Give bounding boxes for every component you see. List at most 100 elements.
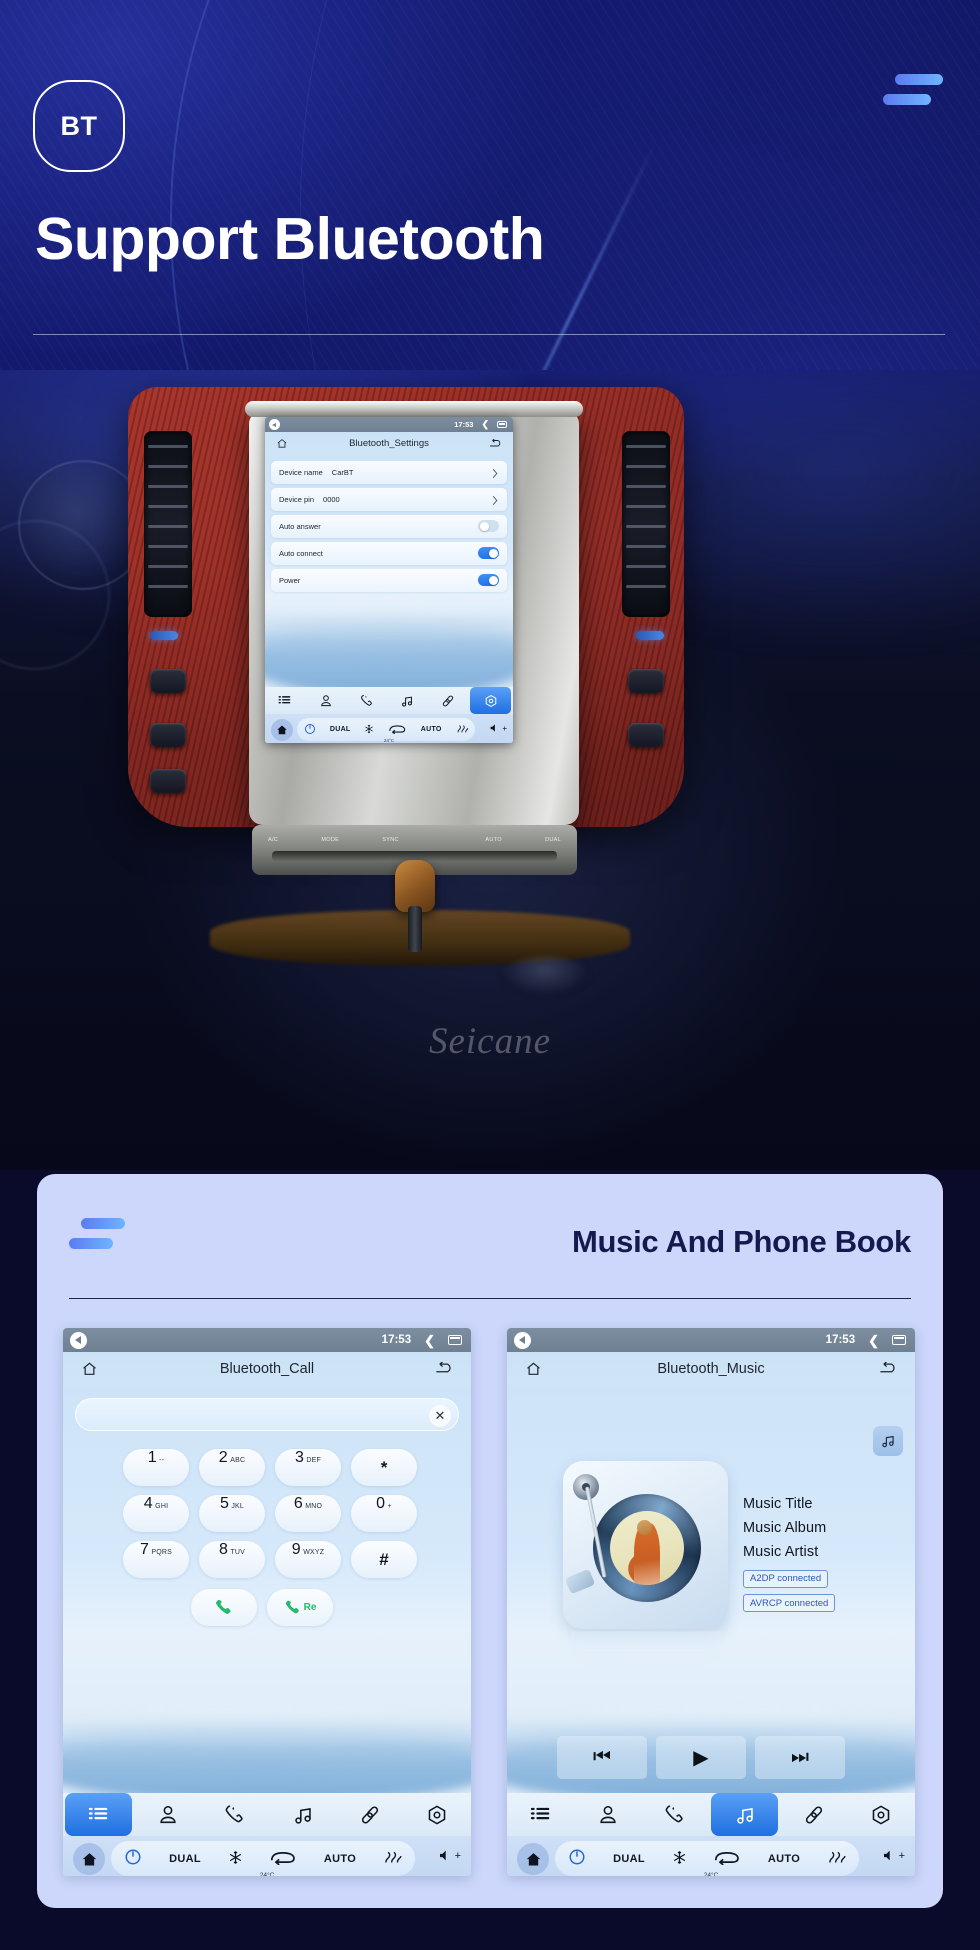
dock-item-settings-hex[interactable] bbox=[404, 1793, 471, 1836]
climate-power-button[interactable] bbox=[124, 1848, 142, 1869]
climate-bottom-row[interactable]: ⬅ 0 ✺ 0 bbox=[271, 742, 475, 743]
keypad-key-3[interactable]: 3 DEF bbox=[275, 1449, 341, 1486]
dock-item-contact-person[interactable] bbox=[574, 1793, 641, 1836]
home-icon[interactable] bbox=[525, 1361, 542, 1377]
keypad-key-6[interactable]: 6 MNO bbox=[275, 1495, 341, 1532]
climate-snowflake-button[interactable] bbox=[364, 724, 374, 736]
back-circle-icon[interactable] bbox=[269, 419, 280, 430]
dock-item-phone-handset[interactable] bbox=[202, 1793, 269, 1836]
chevron-up-icon[interactable]: ❮ bbox=[424, 1334, 435, 1347]
settings-row-power[interactable]: Power bbox=[271, 569, 507, 592]
dock-item-apps-grid[interactable] bbox=[65, 1793, 133, 1836]
climate-recirculate-button[interactable] bbox=[713, 1850, 741, 1868]
chevron-right-icon[interactable] bbox=[492, 493, 498, 506]
recents-icon[interactable] bbox=[892, 1335, 906, 1345]
climate-snowflake-button[interactable] bbox=[672, 1850, 687, 1868]
volume-up-icon[interactable]: + bbox=[490, 723, 507, 733]
climate-capsule[interactable]: DUAL AUTO bbox=[111, 1841, 415, 1876]
return-arrow-icon[interactable] bbox=[879, 1361, 897, 1376]
dash-button-5[interactable] bbox=[628, 723, 664, 747]
climate-defrost-button[interactable] bbox=[827, 1850, 846, 1868]
climate-power-button[interactable] bbox=[568, 1848, 586, 1869]
next-track-icon[interactable]: ⏭ bbox=[755, 1736, 845, 1779]
app-dock[interactable] bbox=[265, 687, 513, 714]
settings-row-auto-answer[interactable]: Auto answer bbox=[271, 515, 507, 538]
climate-snowflake-button[interactable] bbox=[228, 1850, 243, 1868]
keypad-key-9[interactable]: 9 WXYZ bbox=[275, 1541, 341, 1578]
app-dock[interactable] bbox=[63, 1793, 471, 1836]
dial-input-field[interactable] bbox=[76, 1399, 471, 1430]
dock-item-contact-person[interactable] bbox=[306, 687, 347, 714]
volume-up-icon[interactable]: + bbox=[883, 1849, 905, 1862]
climate-defrost-button[interactable] bbox=[383, 1850, 402, 1868]
toggle-switch[interactable] bbox=[478, 574, 499, 586]
recents-icon[interactable] bbox=[497, 421, 507, 428]
dock-item-phone-handset[interactable] bbox=[346, 687, 387, 714]
climate-power-button[interactable] bbox=[304, 723, 316, 737]
settings-row-device-pin[interactable]: Device pin 0000 bbox=[271, 488, 507, 511]
dock-item-apps-grid[interactable] bbox=[507, 1793, 574, 1836]
keypad-key-5[interactable]: 5 JKL bbox=[199, 1495, 265, 1532]
dock-item-phone-handset[interactable] bbox=[642, 1793, 709, 1836]
keypad-key-1[interactable]: 1 -- bbox=[123, 1449, 189, 1486]
dash-button-1[interactable] bbox=[150, 669, 186, 693]
recents-icon[interactable] bbox=[448, 1335, 462, 1345]
prev-track-icon[interactable]: ⏮ bbox=[557, 1736, 647, 1779]
dock-item-contact-person[interactable] bbox=[134, 1793, 201, 1836]
keypad-key-star[interactable]: * bbox=[351, 1449, 417, 1486]
return-arrow-icon[interactable] bbox=[489, 438, 502, 449]
back-circle-icon[interactable] bbox=[70, 1331, 87, 1349]
dock-item-link-chain[interactable] bbox=[780, 1793, 847, 1836]
climate-dual-button[interactable]: DUAL bbox=[169, 1853, 201, 1865]
climate-dual-button[interactable]: DUAL bbox=[330, 726, 351, 733]
home-icon[interactable] bbox=[81, 1361, 98, 1377]
climate-auto-button[interactable]: AUTO bbox=[324, 1853, 356, 1865]
toggle-switch[interactable] bbox=[478, 520, 499, 532]
toggle-switch[interactable] bbox=[478, 547, 499, 559]
dash-button-2[interactable] bbox=[150, 723, 186, 747]
climate-dual-button[interactable]: DUAL bbox=[613, 1853, 645, 1865]
keypad-key-hash[interactable]: # bbox=[351, 1541, 417, 1578]
chevron-up-icon[interactable]: ❮ bbox=[481, 420, 489, 429]
climate-recirculate-button[interactable] bbox=[388, 724, 407, 736]
bluetooth-call-screen[interactable]: 17:53 ❮ Bluetooth_Call ✕ 1 -- 2 ABC 3 DE… bbox=[63, 1328, 471, 1876]
keypad-key-8[interactable]: 8 TUV bbox=[199, 1541, 265, 1578]
dash-button-3[interactable] bbox=[150, 769, 186, 793]
climate-auto-button[interactable]: AUTO bbox=[768, 1853, 800, 1865]
bluetooth-music-screen[interactable]: 17:53 ❮ Bluetooth_Music Music Title Musi… bbox=[507, 1328, 915, 1876]
play-icon[interactable]: ▶ bbox=[656, 1736, 746, 1779]
chevron-up-icon[interactable]: ❮ bbox=[868, 1334, 879, 1347]
seat-heat-icon[interactable] bbox=[429, 742, 451, 743]
dock-item-apps-grid[interactable] bbox=[265, 687, 306, 714]
climate-home-button[interactable] bbox=[73, 1843, 105, 1875]
dock-item-link-chain[interactable] bbox=[428, 687, 469, 714]
redial-button[interactable]: Re bbox=[267, 1589, 333, 1626]
keypad-key-2[interactable]: 2 ABC bbox=[199, 1449, 265, 1486]
climate-control-bar[interactable]: DUAL AUTO 24°C + − ⬅ 0 ✺ bbox=[265, 714, 513, 743]
settings-row-device-name[interactable]: Device name CarBT bbox=[271, 461, 507, 484]
climate-control-bar[interactable]: DUAL AUTO 24°C + − ⬅ 0 ✺ bbox=[63, 1836, 471, 1876]
back-circle-icon[interactable] bbox=[514, 1331, 531, 1349]
dock-item-settings-hex[interactable] bbox=[848, 1793, 915, 1836]
dial-number-input[interactable]: ✕ bbox=[75, 1398, 471, 1431]
dash-button-4[interactable] bbox=[628, 669, 664, 693]
keypad-key-0[interactable]: 0 + bbox=[351, 1495, 417, 1532]
climate-recirculate-button[interactable] bbox=[269, 1850, 297, 1868]
climate-auto-button[interactable]: AUTO bbox=[421, 726, 442, 733]
climate-home-button[interactable] bbox=[517, 1843, 549, 1875]
climate-control-bar[interactable]: DUAL AUTO 24°C + − ⬅ 0 ✺ bbox=[507, 1836, 915, 1876]
dock-item-music-note[interactable] bbox=[269, 1793, 336, 1836]
dock-item-link-chain[interactable] bbox=[336, 1793, 403, 1836]
climate-capsule[interactable]: DUAL AUTO bbox=[555, 1841, 859, 1876]
call-button[interactable] bbox=[191, 1589, 257, 1626]
keypad-key-4[interactable]: 4 GHI bbox=[123, 1495, 189, 1532]
app-dock[interactable] bbox=[507, 1793, 915, 1836]
home-icon[interactable] bbox=[276, 438, 288, 449]
close-x-icon[interactable]: ✕ bbox=[429, 1404, 451, 1427]
return-arrow-icon[interactable] bbox=[435, 1361, 453, 1376]
call-actions[interactable]: Re bbox=[191, 1589, 343, 1626]
seat-icon[interactable] bbox=[317, 742, 339, 743]
chevron-right-icon[interactable] bbox=[492, 466, 498, 479]
keypad-key-7[interactable]: 7 PQRS bbox=[123, 1541, 189, 1578]
head-unit-screen[interactable]: 17:53 ❮ Bluetooth_Settings Device name Ca… bbox=[265, 417, 513, 743]
